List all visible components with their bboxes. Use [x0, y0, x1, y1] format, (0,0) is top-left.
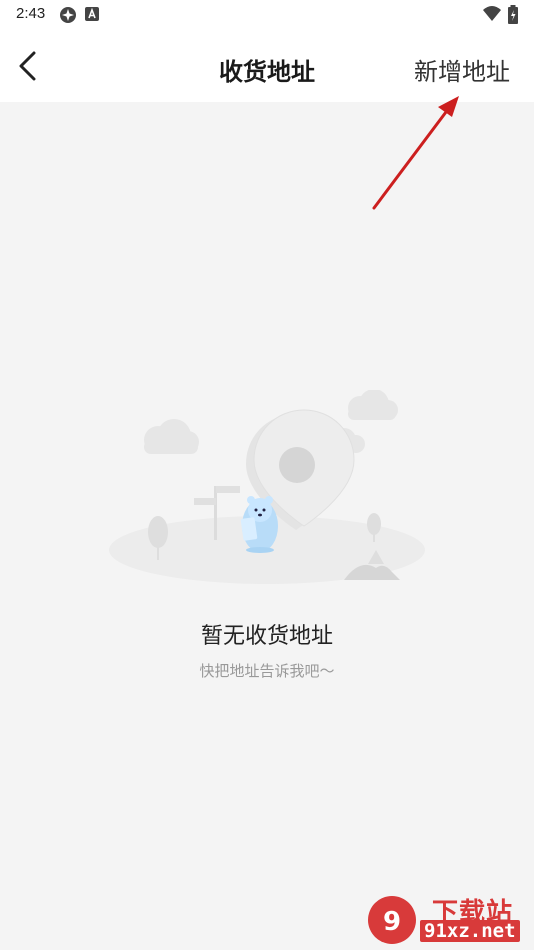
watermark-logo-icon: 9	[368, 896, 416, 944]
watermark-line2: 91xz.net	[420, 920, 520, 942]
svg-text:9: 9	[383, 907, 401, 937]
empty-address-illustration	[100, 389, 434, 590]
watermark: 9 下载站 91xz.net	[364, 892, 530, 948]
empty-state-subtitle: 快把地址告诉我吧～	[199, 662, 335, 680]
empty-state-title: 暂无收货地址	[200, 624, 333, 649]
